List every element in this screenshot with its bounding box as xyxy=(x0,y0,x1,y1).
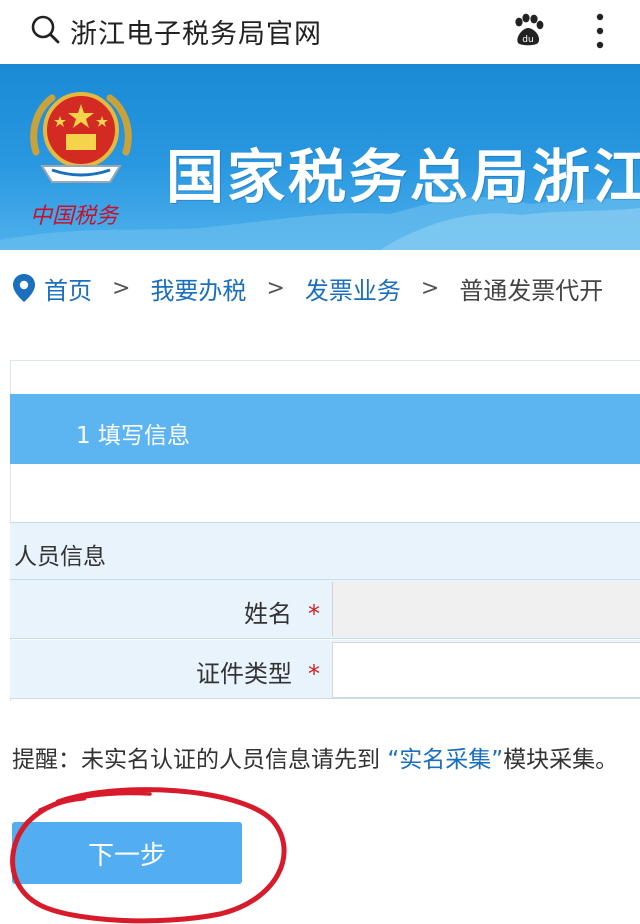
notice-suffix: 模块采集。 xyxy=(503,747,619,773)
svg-text:du: du xyxy=(522,35,533,45)
tax-emblem-logo xyxy=(30,92,132,183)
breadcrumb-separator: > xyxy=(420,275,440,301)
breadcrumb-home[interactable]: 首页 xyxy=(44,271,92,306)
name-row: 姓名 * xyxy=(10,580,640,639)
breadcrumb-invoice-business[interactable]: 发票业务 xyxy=(305,271,401,306)
name-field[interactable] xyxy=(332,582,640,636)
required-mark: * xyxy=(308,600,320,628)
notice-text: 提醒：未实名认证的人员信息请先到 “实名采集”模块采集。 xyxy=(12,740,618,774)
baidu-paw-icon[interactable]: du xyxy=(511,13,545,47)
banner: 中国税务 国家税务总局浙江省 xyxy=(0,64,640,250)
next-step-button[interactable]: 下一步 xyxy=(12,822,242,884)
more-vertical-icon[interactable] xyxy=(590,12,610,50)
real-name-collection-link[interactable]: “实名采集” xyxy=(387,747,503,773)
breadcrumb-separator: > xyxy=(112,275,131,301)
notice-prefix: 提醒：未实名认证的人员信息请先到 xyxy=(12,747,380,773)
breadcrumb-current: 普通发票代开 xyxy=(459,276,604,305)
id-type-select[interactable] xyxy=(332,642,640,698)
section-title: 人员信息 xyxy=(14,544,106,570)
id-type-row: 证件类型 * xyxy=(10,640,640,699)
breadcrumb: 首页 > 我要办税 > 发票业务 > 普通发票代开 xyxy=(12,270,603,306)
search-icon[interactable] xyxy=(30,14,60,44)
step-header: 1 填写信息 xyxy=(10,394,640,464)
required-mark: * xyxy=(308,660,320,688)
breadcrumb-separator: > xyxy=(266,275,285,301)
emblem-caption: 中国税务 xyxy=(30,204,119,229)
id-type-label: 证件类型 * xyxy=(196,660,320,688)
banner-title: 国家税务总局浙江省 xyxy=(166,143,640,211)
page-title[interactable]: 浙江电子税务局官网 xyxy=(70,12,322,51)
location-pin-icon xyxy=(13,274,35,302)
step-label: 1 填写信息 xyxy=(76,423,190,449)
top-bar: 浙江电子税务局官网 du xyxy=(0,0,640,62)
name-label: 姓名 * xyxy=(244,600,320,628)
breadcrumb-tax-handling[interactable]: 我要办税 xyxy=(150,271,246,306)
section-header: 人员信息 xyxy=(10,522,640,580)
